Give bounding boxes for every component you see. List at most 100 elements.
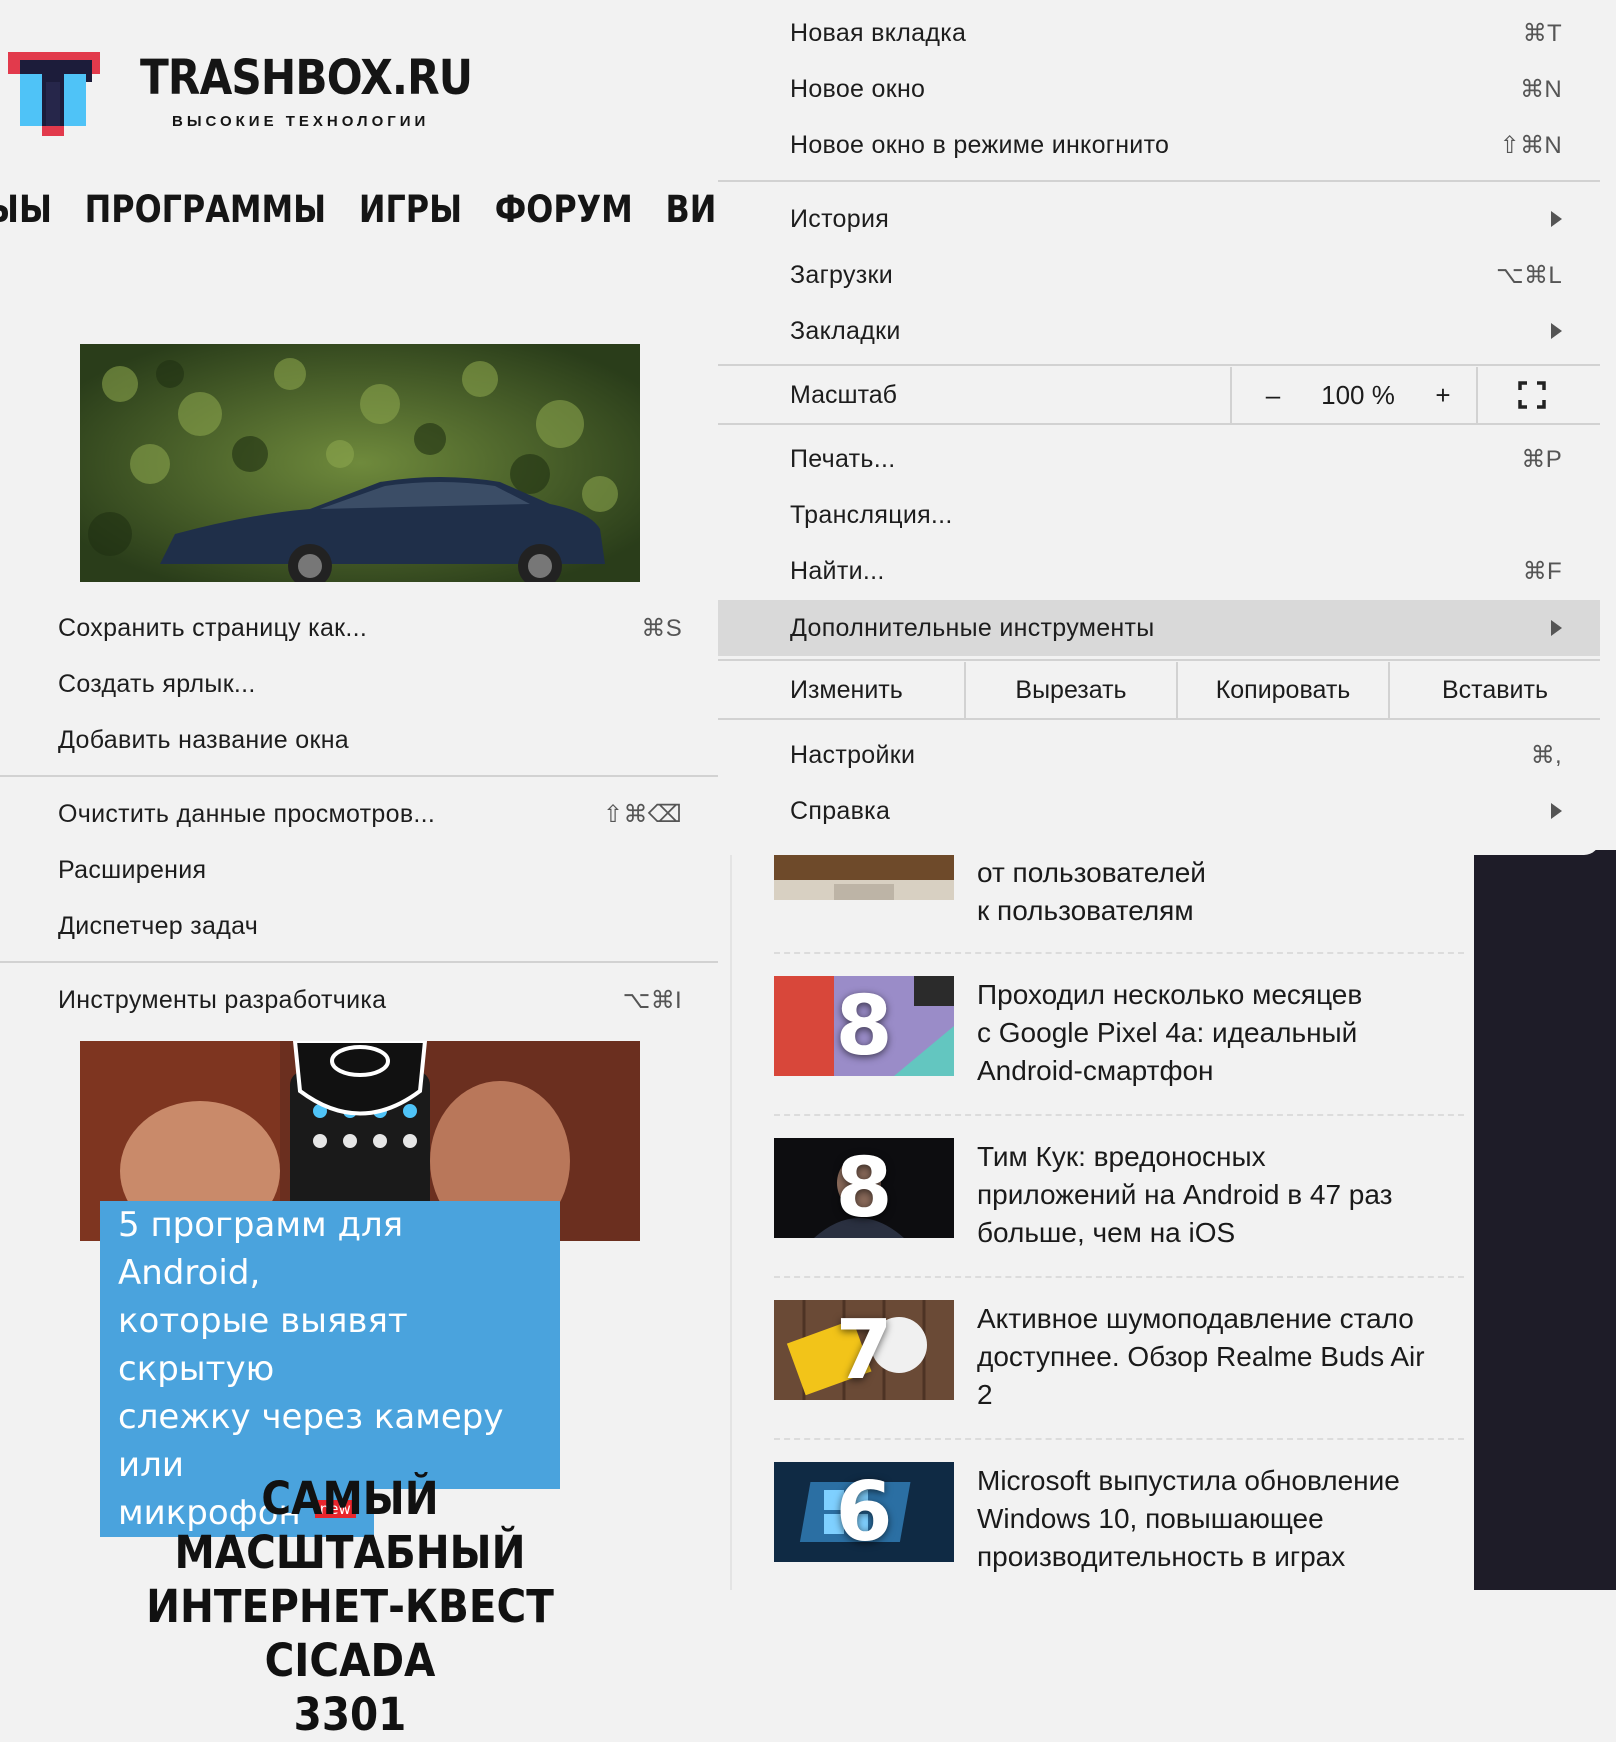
zoom-in-button[interactable]: + bbox=[1418, 367, 1468, 423]
menu-item-shortcut: ⇧⌘N bbox=[1499, 131, 1562, 159]
news-rank: 6 bbox=[835, 1464, 893, 1560]
news-title-line[interactable]: Тим Кук: вредоносных bbox=[977, 1138, 1447, 1176]
news-title-line[interactable]: производительность в играх bbox=[977, 1538, 1447, 1576]
menu-item-label: Загрузки bbox=[790, 260, 894, 289]
menu-item-label: Новое окно bbox=[790, 74, 926, 103]
menu-item-shortcut: ⌘T bbox=[1522, 19, 1562, 47]
cicada-headline[interactable]: САМЫЙ МАСШТАБНЫЙ ИНТЕРНЕТ-КВЕСТ CICADA 3… bbox=[89, 1472, 611, 1742]
cut-button[interactable]: Вырезать bbox=[966, 662, 1176, 718]
menu-item-label: Очистить данные просмотров... bbox=[58, 799, 436, 828]
menu-item-find[interactable]: Найти... ⌘F bbox=[790, 543, 1562, 599]
column-divider bbox=[730, 850, 732, 1590]
menu-item-name-window[interactable]: Добавить название окна bbox=[58, 712, 682, 768]
menu-item-shortcut: ⌘N bbox=[1520, 75, 1562, 103]
menu-item-shortcut: ⌘, bbox=[1530, 741, 1562, 769]
site-nav: ЫЫ ПРОГРАММЫ ИГРЫ ФОРУМ ВИДЕО bbox=[0, 180, 718, 240]
menu-item-cast[interactable]: Трансляция... bbox=[790, 487, 1562, 543]
cicada-headline-line[interactable]: ИНТЕРНЕТ-КВЕСТ CICADA bbox=[89, 1580, 611, 1688]
menu-item-incognito-window[interactable]: Новое окно в режиме инкогнито ⇧⌘N bbox=[790, 117, 1562, 173]
news-thumb[interactable]: 6 bbox=[774, 1462, 954, 1562]
menu-item-label: Трансляция... bbox=[790, 500, 953, 529]
menu-item-label: Справка bbox=[790, 796, 891, 825]
submenu-arrow-icon bbox=[1551, 323, 1562, 339]
browser-main-menu: Новая вкладка ⌘T Новое окно ⌘N Новое окн… bbox=[718, 0, 1600, 855]
cicada-headline-line[interactable]: 3301 bbox=[89, 1688, 611, 1742]
menu-item-label: Диспетчер задач bbox=[58, 911, 259, 940]
menu-item-extensions[interactable]: Расширения bbox=[58, 842, 682, 898]
zoom-out-button[interactable]: – bbox=[1248, 367, 1298, 423]
zoom-value: 100 % bbox=[1321, 380, 1395, 410]
menu-item-label: Дополнительные инструменты bbox=[790, 613, 1155, 642]
news-title-line[interactable]: Проходил несколько месяцев bbox=[977, 976, 1447, 1014]
submenu-arrow-icon bbox=[1551, 803, 1562, 819]
news-title-line[interactable]: 2 bbox=[977, 1376, 1447, 1414]
menu-item-downloads[interactable]: Загрузки ⌥⌘L bbox=[790, 247, 1562, 303]
news-separator bbox=[774, 1438, 1464, 1440]
menu-item-developer-tools[interactable]: Инструменты разработчика ⌥⌘I bbox=[58, 972, 682, 1028]
copy-button[interactable]: Копировать bbox=[1178, 662, 1388, 718]
news-title-line[interactable]: Windows 10, повышающее bbox=[977, 1500, 1447, 1538]
zoom-row: Масштаб – 100 % + bbox=[718, 367, 1600, 423]
edit-label: Изменить bbox=[790, 676, 903, 704]
menu-item-create-shortcut[interactable]: Создать ярлык... bbox=[58, 656, 682, 712]
menu-item-label: История bbox=[790, 204, 890, 233]
trashbox-logo-icon[interactable] bbox=[8, 52, 100, 136]
more-tools-submenu: Сохранить страницу как... ⌘S Создать ярл… bbox=[0, 600, 718, 1014]
menu-item-clear-browsing-data[interactable]: Очистить данные просмотров... ⇧⌘⌫ bbox=[58, 786, 682, 842]
submenu-arrow-icon bbox=[1551, 620, 1562, 636]
menu-item-help[interactable]: Справка bbox=[790, 783, 1562, 839]
news-thumb[interactable]: 8 bbox=[774, 1138, 954, 1238]
nav-item-video[interactable]: ВИДЕО bbox=[666, 188, 718, 231]
news-title-line[interactable]: доступнее. Обзор Realme Buds Air bbox=[977, 1338, 1447, 1376]
article-title-line[interactable]: 5 программ для Android, bbox=[100, 1201, 560, 1297]
menu-item-settings[interactable]: Настройки ⌘, bbox=[790, 727, 1562, 783]
news-title-line[interactable]: от пользователей bbox=[977, 854, 1447, 892]
news-rank: 7 bbox=[835, 1302, 893, 1398]
menu-item-save-page[interactable]: Сохранить страницу как... ⌘S bbox=[58, 600, 682, 656]
menu-item-label: Инструменты разработчика bbox=[58, 985, 387, 1014]
news-thumb[interactable]: 8 bbox=[774, 976, 954, 1076]
menu-item-label: Расширения bbox=[58, 855, 207, 884]
nav-item-games[interactable]: ИГРЫ bbox=[359, 188, 462, 231]
article-image-car[interactable] bbox=[80, 344, 640, 582]
news-rank: 8 bbox=[835, 1140, 893, 1236]
news-separator bbox=[774, 1276, 1464, 1278]
menu-item-more-tools[interactable]: Дополнительные инструменты bbox=[790, 600, 1562, 656]
menu-item-task-manager[interactable]: Диспетчер задач bbox=[58, 898, 682, 954]
nav-item-devices[interactable]: ЫЫ bbox=[0, 188, 52, 231]
menu-item-bookmarks[interactable]: Закладки bbox=[790, 303, 1562, 359]
news-title-line[interactable]: Android-смартфон bbox=[977, 1052, 1447, 1090]
menu-separator bbox=[718, 364, 1600, 366]
article-title-line[interactable]: которые выявят скрытую bbox=[100, 1297, 560, 1393]
news-separator bbox=[774, 1114, 1464, 1116]
news-thumb[interactable]: 7 bbox=[774, 1300, 954, 1400]
paste-button[interactable]: Вставить bbox=[1390, 662, 1600, 718]
site-logo-text[interactable]: TRASHBOX.RU bbox=[140, 50, 473, 106]
menu-item-label: Настройки bbox=[790, 740, 916, 769]
news-title-line[interactable]: с Google Pixel 4a: идеальный bbox=[977, 1014, 1447, 1052]
news-title-line[interactable]: больше, чем на iOS bbox=[977, 1214, 1447, 1252]
menu-item-label: Закладки bbox=[790, 316, 901, 345]
menu-item-shortcut: ⌘P bbox=[1521, 445, 1562, 473]
news-title-line[interactable]: приложений на Android в 47 раз bbox=[977, 1176, 1447, 1214]
nav-item-forum[interactable]: ФОРУМ bbox=[495, 188, 633, 231]
menu-item-label: Новое окно в режиме инкогнито bbox=[790, 130, 1170, 159]
page-dark-sidebar bbox=[1474, 850, 1616, 1590]
menu-item-label: Сохранить страницу как... bbox=[58, 613, 368, 642]
menu-separator bbox=[0, 961, 718, 963]
menu-item-new-window[interactable]: Новое окно ⌘N bbox=[790, 61, 1562, 117]
news-title-line[interactable]: Microsoft выпустила обновление bbox=[977, 1462, 1447, 1500]
menu-item-label: Создать ярлык... bbox=[58, 669, 256, 698]
nav-item-programs[interactable]: ПРОГРАММЫ bbox=[85, 188, 327, 231]
menu-item-new-tab[interactable]: Новая вкладка ⌘T bbox=[790, 5, 1562, 61]
cicada-headline-line[interactable]: САМЫЙ МАСШТАБНЫЙ bbox=[89, 1472, 611, 1580]
menu-item-print[interactable]: Печать... ⌘P bbox=[790, 431, 1562, 487]
news-rank: 8 bbox=[835, 978, 893, 1074]
news-title-line[interactable]: Активное шумоподавление стало bbox=[977, 1300, 1447, 1338]
menu-item-shortcut: ⇧⌘⌫ bbox=[603, 800, 682, 828]
menu-item-label: Новая вкладка bbox=[790, 18, 967, 47]
menu-separator bbox=[718, 718, 1600, 720]
menu-item-history[interactable]: История bbox=[790, 191, 1562, 247]
fullscreen-icon[interactable] bbox=[1518, 381, 1546, 409]
news-title-line[interactable]: к пользователям bbox=[977, 892, 1447, 930]
